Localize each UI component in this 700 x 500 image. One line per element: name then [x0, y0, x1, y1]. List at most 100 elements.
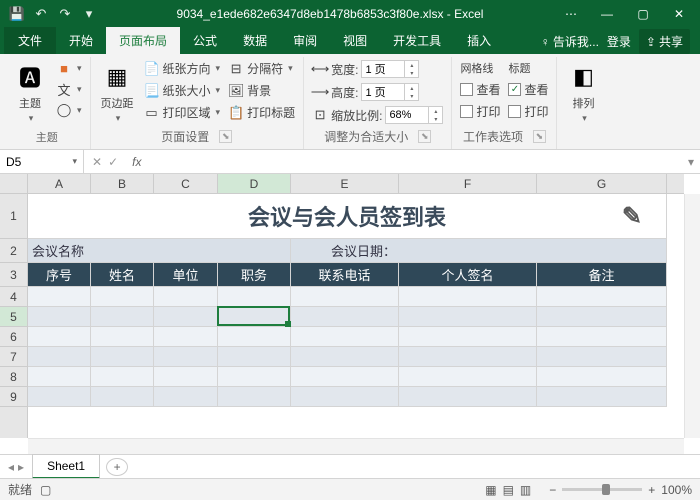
col-header-E[interactable]: E: [291, 174, 399, 193]
cell[interactable]: [154, 327, 218, 347]
column-header-cell[interactable]: 职务: [218, 263, 291, 287]
cell[interactable]: [537, 387, 667, 407]
qat-more-icon[interactable]: ▾: [80, 5, 98, 23]
col-header-B[interactable]: B: [91, 174, 154, 193]
theme-colors[interactable]: ■: [54, 59, 84, 77]
fit-height-input[interactable]: ▴▾: [361, 83, 419, 101]
cell[interactable]: [537, 367, 667, 387]
row-header-5[interactable]: 5: [0, 307, 27, 327]
cell[interactable]: [218, 347, 291, 367]
cell[interactable]: [91, 367, 154, 387]
cell[interactable]: [28, 287, 91, 307]
tab-view[interactable]: 视图: [330, 27, 380, 54]
cell[interactable]: [218, 327, 291, 347]
cell[interactable]: [399, 287, 537, 307]
cell[interactable]: [218, 367, 291, 387]
gridlines-print-check[interactable]: 打印: [458, 102, 502, 121]
add-sheet-button[interactable]: +: [106, 458, 128, 476]
cell[interactable]: [218, 287, 291, 307]
col-header-G[interactable]: G: [537, 174, 667, 193]
cell[interactable]: [91, 327, 154, 347]
redo-icon[interactable]: ↷: [56, 5, 74, 23]
row-header-7[interactable]: 7: [0, 347, 27, 367]
column-header-cell[interactable]: 姓名: [91, 263, 154, 287]
minimize-icon[interactable]: —: [590, 2, 624, 26]
cell[interactable]: [291, 307, 399, 327]
column-header-cell[interactable]: 序号: [28, 263, 91, 287]
cell[interactable]: [218, 387, 291, 407]
tab-home[interactable]: 开始: [56, 27, 106, 54]
cell[interactable]: [91, 287, 154, 307]
fit-launcher[interactable]: ⬊: [418, 130, 431, 143]
page-layout-view-icon[interactable]: ▤: [503, 483, 514, 497]
tab-formulas[interactable]: 公式: [180, 27, 230, 54]
row-header-4[interactable]: 4: [0, 287, 27, 307]
row-header-9[interactable]: 9: [0, 387, 27, 407]
breaks-button[interactable]: ⊟分隔符: [226, 59, 297, 78]
macro-record-icon[interactable]: ▢: [40, 483, 51, 497]
row-header-8[interactable]: 8: [0, 367, 27, 387]
gridlines-view-check[interactable]: 查看: [458, 80, 502, 99]
cell[interactable]: [28, 347, 91, 367]
tab-developer[interactable]: 开发工具: [380, 27, 454, 54]
cell[interactable]: [291, 387, 399, 407]
fx-icon[interactable]: fx: [132, 155, 141, 169]
cell[interactable]: [291, 287, 399, 307]
horizontal-scrollbar[interactable]: [28, 438, 684, 454]
margins-button[interactable]: ▦页边距: [97, 59, 138, 126]
cell[interactable]: [399, 307, 537, 327]
orientation-button[interactable]: 📄纸张方向: [142, 59, 223, 78]
cell[interactable]: [399, 327, 537, 347]
print-titles-button[interactable]: 📋打印标题: [226, 103, 297, 122]
close-icon[interactable]: ✕: [662, 2, 696, 26]
cell[interactable]: [154, 347, 218, 367]
share-button[interactable]: ⇪共享: [639, 29, 690, 54]
row-header-3[interactable]: 3: [0, 263, 27, 287]
theme-fonts[interactable]: 文: [54, 80, 84, 98]
zoom-level[interactable]: 100%: [661, 483, 692, 497]
theme-effects[interactable]: ◯: [54, 101, 84, 119]
sheet-title-cell[interactable]: 会议与会人员签到表✎: [28, 194, 667, 239]
col-header-C[interactable]: C: [154, 174, 218, 193]
col-header-D[interactable]: D: [218, 174, 291, 193]
maximize-icon[interactable]: ▢: [626, 2, 660, 26]
tab-data[interactable]: 数据: [230, 27, 280, 54]
cell[interactable]: [399, 347, 537, 367]
col-header-A[interactable]: A: [28, 174, 91, 193]
tab-review[interactable]: 审阅: [280, 27, 330, 54]
row-header-1[interactable]: 1: [0, 194, 27, 239]
cell[interactable]: [91, 347, 154, 367]
cell[interactable]: [28, 367, 91, 387]
cell[interactable]: [399, 367, 537, 387]
formula-bar[interactable]: [147, 155, 676, 169]
col-header-F[interactable]: F: [399, 174, 537, 193]
cell[interactable]: [28, 327, 91, 347]
cell[interactable]: [154, 307, 218, 327]
zoom-out-icon[interactable]: −: [549, 483, 556, 497]
meeting-name-cell[interactable]: 会议名称: [28, 239, 291, 263]
cell[interactable]: [28, 387, 91, 407]
cell[interactable]: [154, 387, 218, 407]
headings-view-check[interactable]: ✓查看: [506, 80, 550, 99]
sheetopts-launcher[interactable]: ⬊: [533, 130, 546, 143]
cell[interactable]: [291, 367, 399, 387]
print-area-button[interactable]: ▭打印区域: [142, 103, 223, 122]
cell[interactable]: [537, 327, 667, 347]
paper-size-button[interactable]: 📃纸张大小: [142, 81, 223, 100]
column-header-cell[interactable]: 联系电话: [291, 263, 399, 287]
cell[interactable]: [537, 347, 667, 367]
page-break-view-icon[interactable]: ▥: [520, 483, 531, 497]
background-button[interactable]: 🖼背景: [226, 81, 297, 100]
arrange-button[interactable]: ◧排列: [563, 59, 603, 126]
zoom-slider[interactable]: [562, 488, 642, 491]
cell[interactable]: [218, 307, 291, 327]
column-header-cell[interactable]: 个人签名: [399, 263, 537, 287]
sheet-prev-icon[interactable]: ◂: [8, 460, 14, 474]
cell[interactable]: [537, 307, 667, 327]
cell[interactable]: [154, 367, 218, 387]
cell[interactable]: [91, 387, 154, 407]
sheet-tab[interactable]: Sheet1: [32, 454, 100, 479]
row-header-2[interactable]: 2: [0, 239, 27, 263]
sheet-next-icon[interactable]: ▸: [18, 460, 24, 474]
tab-page-layout[interactable]: 页面布局: [106, 27, 180, 54]
